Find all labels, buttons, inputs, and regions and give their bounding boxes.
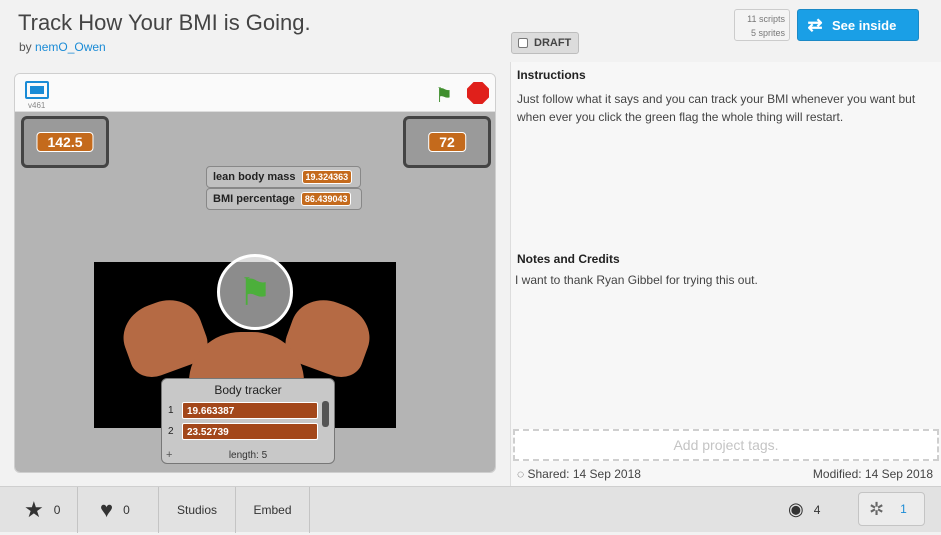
large-monitor-right: 72: [403, 116, 491, 168]
view-count: ◉ 4: [788, 499, 820, 520]
list-item-value[interactable]: 19.663387: [182, 401, 318, 419]
remix-tree-icon: ✲: [869, 498, 885, 519]
favorite-count: 0: [53, 503, 61, 517]
remix-count: 1: [900, 502, 907, 516]
monitor-right-value: 72: [428, 132, 466, 152]
scripts-count: 11 scripts: [747, 14, 785, 24]
list-item-value[interactable]: 23.52739: [182, 422, 318, 440]
shared-date: ◌ Shared: 14 Sep 2018: [517, 467, 641, 481]
studios-button[interactable]: Studios: [159, 487, 236, 533]
project-stats: 11 scripts 5 sprites: [734, 9, 790, 41]
shared-text: Shared: 14 Sep 2018: [527, 467, 641, 481]
notes-text: I want to thank Ryan Gibbel for trying t…: [515, 273, 758, 287]
love-count: 0: [123, 503, 130, 517]
player-toolbar: v461 ⚑: [15, 74, 495, 112]
view-count-value: 4: [813, 502, 821, 517]
start-overlay-flag-icon[interactable]: ⚑: [217, 254, 293, 330]
monitor-left-value: 142.5: [36, 132, 94, 152]
sprites-count: 5 sprites: [750, 28, 785, 38]
heart-icon: ♥: [100, 497, 114, 522]
list-scrollbar[interactable]: [322, 401, 329, 427]
embed-button[interactable]: Embed: [236, 487, 310, 533]
large-monitor-left: 142.5: [21, 116, 109, 168]
list-item-index: 2: [168, 425, 174, 437]
bmi-percentage-label: BMI percentage: [213, 193, 295, 205]
project-player: v461 ⚑ 142.5 72 lean body mass 19.324363…: [14, 73, 496, 473]
stage[interactable]: 142.5 72 lean body mass 19.324363 BMI pe…: [15, 112, 495, 472]
star-icon: ★: [24, 497, 44, 522]
notes-title: Notes and Credits: [517, 252, 620, 266]
list-item: 2 23.52739: [168, 422, 318, 440]
project-header: Track How Your BMI is Going. by nemO_Owe…: [0, 0, 941, 62]
stop-icon[interactable]: [467, 82, 489, 104]
modified-date: Modified: 14 Sep 2018: [812, 467, 933, 481]
fullscreen-icon[interactable]: [25, 81, 49, 99]
bmi-percentage-value: 86.439043: [300, 192, 352, 206]
instructions-title: Instructions: [517, 68, 586, 82]
draft-checkbox-icon: [518, 38, 528, 48]
project-info-panel: Instructions Just follow what it says an…: [510, 62, 941, 486]
lean-body-mass-value: 19.324363: [301, 170, 353, 184]
bmi-percentage-monitor: BMI percentage 86.439043: [206, 188, 362, 210]
list-length: length: 5: [228, 450, 268, 461]
see-inside-label: See inside: [832, 17, 897, 33]
draft-label: DRAFT: [534, 37, 572, 49]
project-title: Track How Your BMI is Going.: [18, 10, 311, 35]
author-link[interactable]: nemO_Owen: [35, 40, 106, 54]
project-footer: ★ 0 ♥ 0 Studios Embed ◉ 4 ✲ 1: [0, 486, 941, 533]
lean-body-mass-label: lean body mass: [213, 171, 296, 183]
list-item: 1 19.663387: [168, 401, 318, 419]
draft-badge: DRAFT: [511, 32, 579, 54]
see-inside-button[interactable]: ⇄ See inside: [797, 9, 919, 41]
byline: by nemO_Owen: [19, 40, 106, 54]
love-button[interactable]: ♥ 0: [78, 487, 159, 533]
add-tags-field[interactable]: Add project tags.: [513, 429, 939, 461]
remix-button[interactable]: ✲ 1: [858, 492, 925, 526]
list-item-index: 1: [168, 404, 174, 416]
shared-icon: ◌: [517, 467, 525, 481]
favorite-button[interactable]: ★ 0: [0, 487, 78, 533]
list-title: Body tracker: [214, 383, 282, 397]
body-tracker-list: Body tracker 1 19.663387 2 23.52739 + le…: [161, 378, 335, 464]
lean-body-mass-monitor: lean body mass 19.324363: [206, 166, 361, 188]
eye-icon: ◉: [788, 499, 804, 519]
player-version: v461: [28, 101, 46, 110]
instructions-text: Just follow what it says and you can tra…: [517, 92, 916, 124]
see-inside-icon: ⇄: [807, 14, 823, 35]
by-prefix: by: [19, 40, 32, 54]
green-flag-icon[interactable]: ⚑: [435, 83, 453, 108]
